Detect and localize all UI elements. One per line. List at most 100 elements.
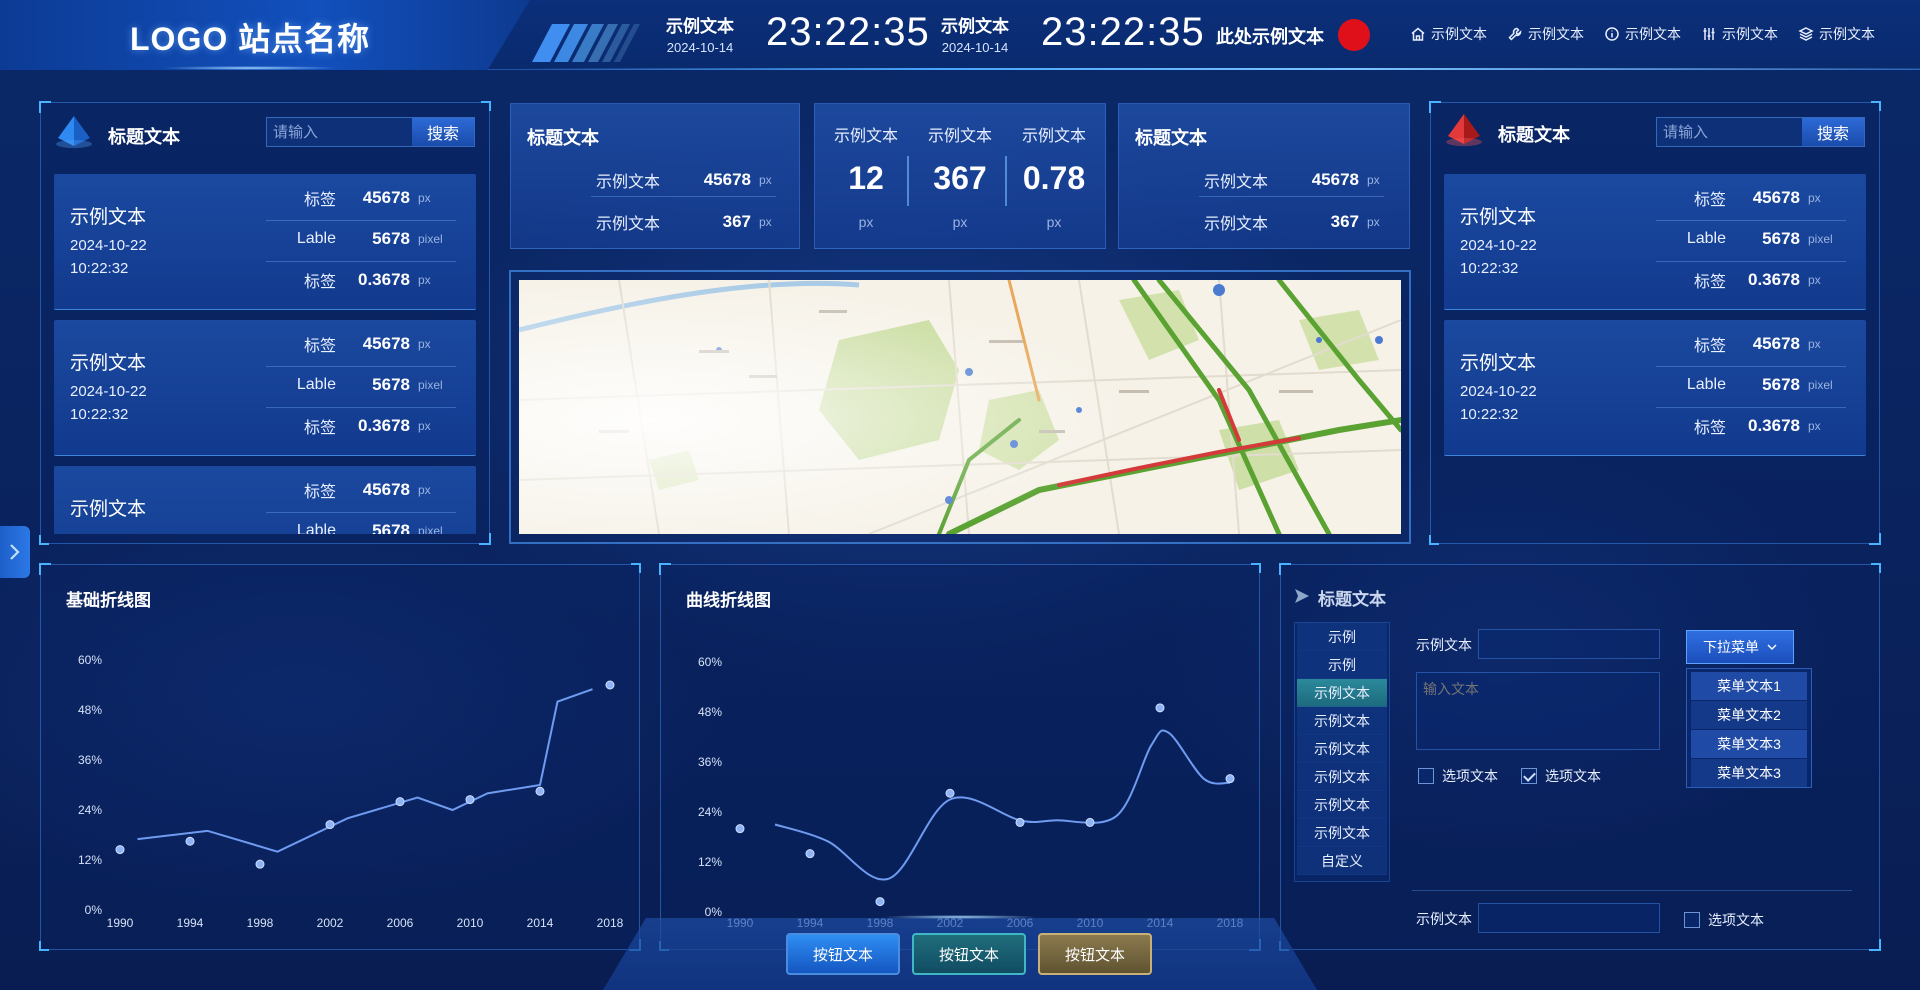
data-point — [1155, 703, 1165, 713]
text-area[interactable] — [1416, 672, 1660, 750]
data-point — [255, 859, 265, 869]
x-tick-label: 2018 — [597, 916, 624, 930]
right-search-input[interactable] — [1657, 118, 1802, 146]
stat-unit: px — [759, 215, 772, 229]
map-view[interactable] — [519, 280, 1401, 534]
dropdown-item[interactable]: 菜单文本1 — [1691, 672, 1807, 700]
right-card-list: 示例文本 2024-10-22 10:22:32 标签 45678 px Lab… — [1444, 168, 1866, 458]
checkbox-option-2[interactable]: 选项文本 — [1521, 766, 1601, 786]
form-panel-title: 标题文本 — [1318, 590, 1386, 609]
dropdown-item[interactable]: 菜单文本2 — [1691, 701, 1807, 729]
y-tick-label: 36% — [698, 755, 722, 769]
left-search-button[interactable]: 搜索 — [412, 118, 474, 146]
tertiary-button[interactable]: 按钮文本 — [1038, 933, 1152, 975]
site-logo[interactable]: LOGO 站点名称 — [130, 14, 370, 60]
checkbox-option-1[interactable]: 选项文本 — [1418, 766, 1498, 786]
card-metric-row: 标签 0.3678 px — [276, 260, 476, 300]
metric-value: 5678 — [1762, 375, 1800, 394]
metric-label: 标签 — [303, 274, 336, 291]
right-search-button[interactable]: 搜索 — [1802, 118, 1864, 146]
secondary-button[interactable]: 按钮文本 — [912, 933, 1026, 975]
checkbox-option-3[interactable]: 选项文本 — [1684, 910, 1764, 930]
metric-value: 5678 — [372, 375, 410, 394]
card-metric-row: 标签 45678 px — [276, 324, 476, 364]
left-search-input[interactable] — [267, 118, 412, 146]
list-item[interactable]: 示例文本 标签 45678 px Lable 5678 pixel — [54, 466, 476, 534]
nav-item-tools[interactable]: 示例文本 — [1507, 24, 1584, 44]
data-point — [395, 797, 405, 807]
dropdown-item[interactable]: 菜单文本3 — [1691, 759, 1807, 787]
metric-value: 5678 — [1762, 229, 1800, 248]
metric-value: 0.3678 — [358, 416, 410, 435]
nav-item-info[interactable]: 示例文本 — [1604, 24, 1681, 44]
checkbox-box — [1418, 768, 1434, 784]
y-tick-label: 0% — [705, 905, 723, 919]
list-item[interactable]: 示例文本 2024-10-22 10:22:32 标签 45678 px Lab… — [54, 320, 476, 456]
y-tick-label: 12% — [698, 855, 722, 869]
nav-item-layers[interactable]: 示例文本 — [1798, 24, 1875, 44]
y-tick-label: 24% — [78, 803, 102, 817]
header-label-2: 示例文本 — [941, 17, 1009, 36]
dropdown-button[interactable]: 下拉菜单 — [1686, 630, 1794, 664]
stat-row: 示例文本 367 px — [596, 210, 786, 234]
nav-item-settings[interactable]: 示例文本 — [1701, 24, 1778, 44]
header-date-1: 2024-10-14 — [666, 40, 734, 55]
text-field-2[interactable] — [1478, 903, 1660, 933]
list-item[interactable]: 示例文本 2024-10-22 10:22:32 标签 45678 px Lab… — [1444, 174, 1866, 310]
header-info-block-2: 示例文本 2024-10-14 — [941, 12, 1009, 55]
header-underline — [520, 68, 1920, 70]
metric-value: 0.3678 — [1748, 416, 1800, 435]
kpi-value: 0.78 — [1022, 160, 1086, 196]
stat-row: 示例文本 45678 px — [596, 168, 786, 192]
metric-unit: px — [418, 273, 431, 287]
metric-unit: pixel — [1808, 232, 1833, 246]
checkbox-label: 选项文本 — [1708, 912, 1764, 928]
nav-item-home[interactable]: 示例文本 — [1410, 24, 1487, 44]
kpi-unit: px — [858, 214, 874, 230]
card-date: 2024-10-22 10:22:32 — [1460, 234, 1537, 280]
pyramid-blue-icon — [56, 116, 92, 148]
metric-unit: pixel — [418, 232, 443, 246]
list-item[interactable]: 示例文本 — [1297, 819, 1387, 847]
sidebar-expand-tab[interactable] — [0, 526, 30, 578]
dropdown-item[interactable]: 菜单文本3 — [1691, 730, 1807, 758]
metric-label: 标签 — [303, 420, 336, 437]
data-point — [1015, 817, 1025, 827]
nav-label: 示例文本 — [1819, 26, 1875, 42]
card-title: 示例文本 — [1460, 207, 1537, 228]
list-item[interactable]: 示例文本 — [1297, 791, 1387, 819]
card-metric-row: Lable 5678 pixel — [276, 219, 476, 259]
kpi-card: 示例文本 12 px 示例文本 367 px 示例文本 0.78 px — [814, 103, 1106, 249]
list-item-active[interactable]: 示例文本 — [1297, 679, 1387, 707]
header-label-1: 示例文本 — [666, 17, 734, 36]
kpi-item: 示例文本 12 px — [819, 104, 913, 250]
stat-label: 示例文本 — [596, 174, 661, 191]
metric-value: 45678 — [1752, 188, 1800, 207]
card-date-day: 2024-10-22 — [1460, 383, 1537, 400]
list-item[interactable]: 示例文本 2024-10-22 10:22:32 标签 45678 px Lab… — [1444, 320, 1866, 456]
text-field-1[interactable] — [1478, 629, 1660, 659]
y-tick-label: 60% — [698, 655, 722, 669]
primary-button[interactable]: 按钮文本 — [786, 933, 900, 975]
list-item-custom[interactable]: 自定义 — [1297, 847, 1387, 875]
list-item[interactable]: 示例文本 — [1297, 735, 1387, 763]
list-item[interactable]: 示例文本 — [1297, 707, 1387, 735]
list-item[interactable]: 示例 — [1297, 651, 1387, 679]
x-tick-label: 1990 — [107, 916, 134, 930]
data-point — [605, 680, 615, 690]
stat-label: 示例文本 — [596, 216, 661, 233]
pyramid-red-icon — [1446, 114, 1482, 146]
list-item[interactable]: 示例文本 — [1297, 763, 1387, 791]
top-nav: 示例文本 示例文本 示例文本 示例文本 示例文本 — [1410, 24, 1875, 44]
list-item[interactable]: 示例文本 2024-10-22 10:22:32 标签 45678 px Lab… — [54, 174, 476, 310]
nav-label: 示例文本 — [1528, 26, 1584, 42]
metric-unit: px — [418, 337, 431, 351]
checkbox-box — [1684, 912, 1700, 928]
data-point — [535, 786, 545, 796]
list-item[interactable]: 示例 — [1297, 623, 1387, 651]
metric-label: Lable — [1686, 376, 1726, 393]
series-line — [774, 729, 1231, 881]
kpi-item: 示例文本 367 px — [913, 104, 1007, 250]
metric-unit: pixel — [418, 378, 443, 392]
wrench-icon — [1508, 27, 1522, 41]
